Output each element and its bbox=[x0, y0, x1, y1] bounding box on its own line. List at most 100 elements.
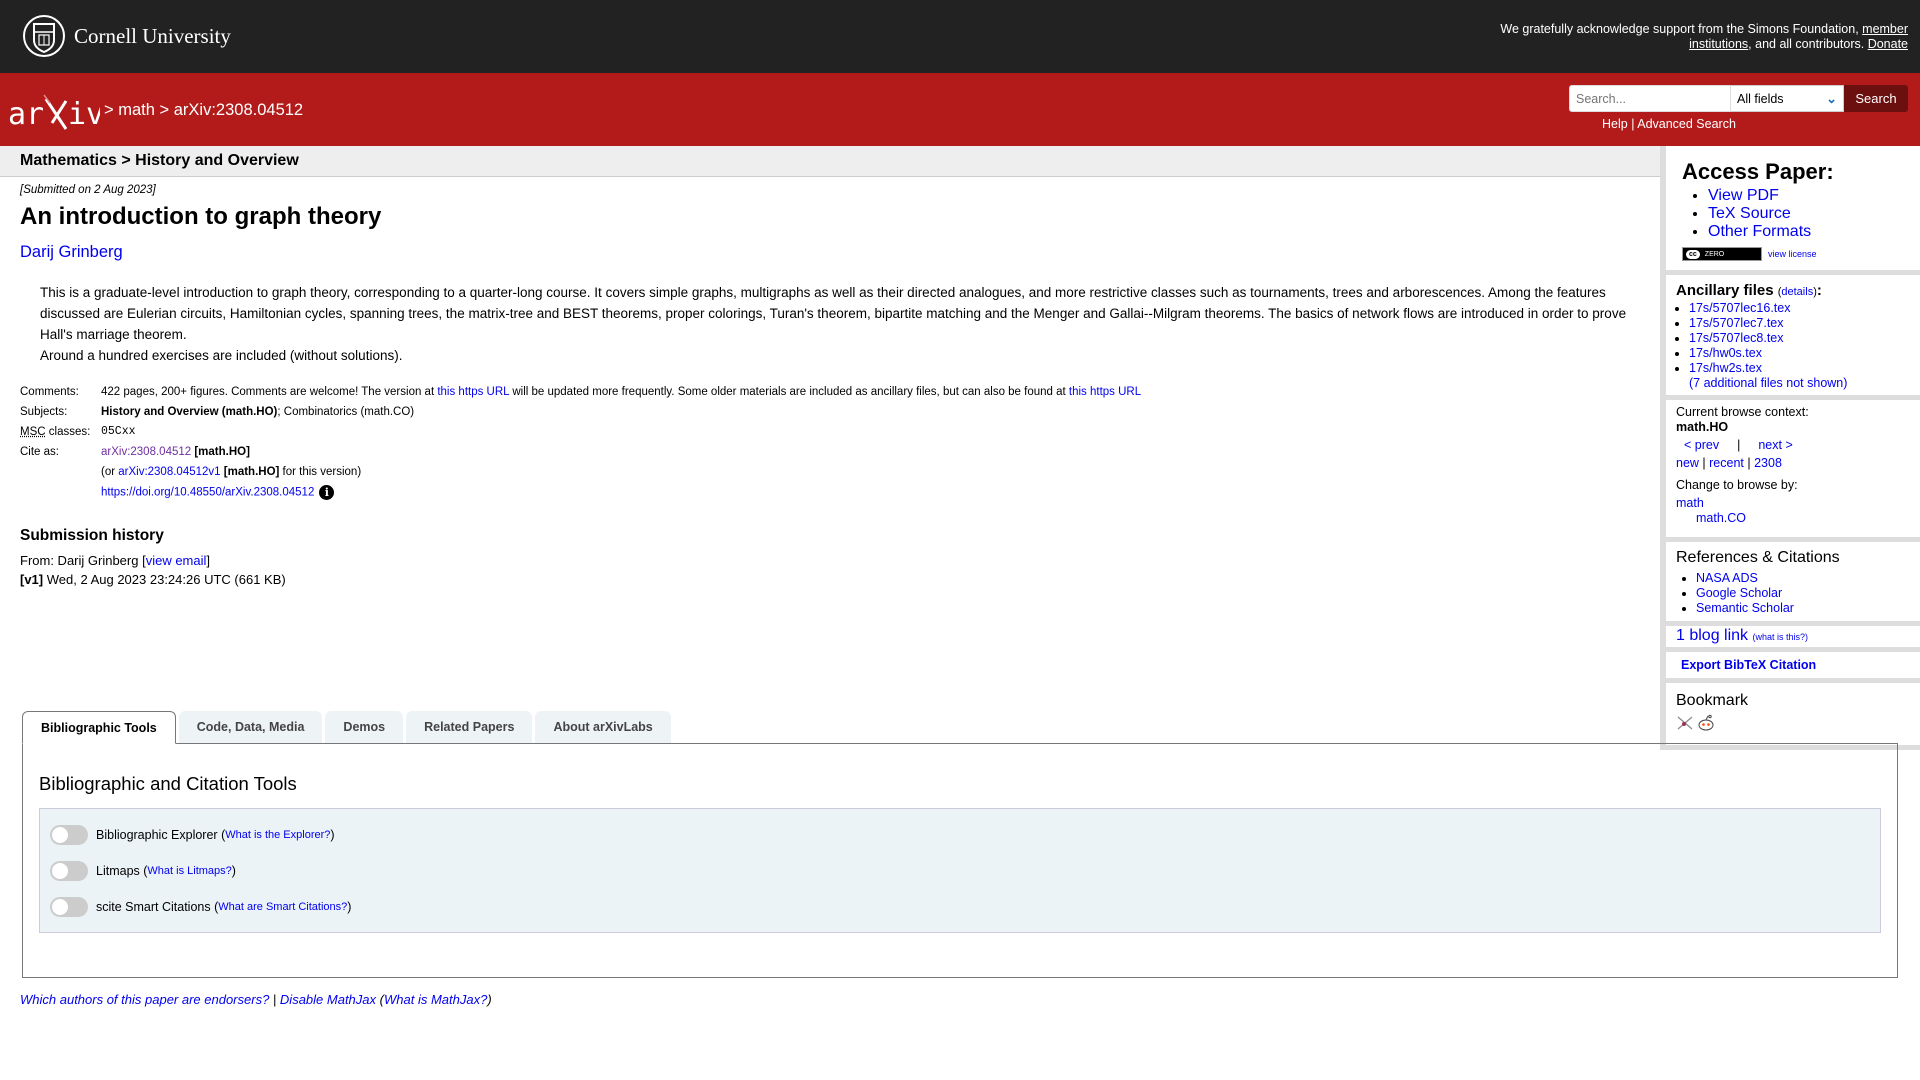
tool-row: Bibliographic Explorer (What is the Expl… bbox=[50, 817, 1870, 853]
semantic-scholar-link[interactable]: Semantic Scholar bbox=[1696, 601, 1794, 615]
support-text: We gratefully acknowledge support from t… bbox=[1500, 22, 1863, 36]
tab-code-data-media[interactable]: Code, Data, Media bbox=[178, 711, 323, 743]
prev-link[interactable]: < prev bbox=[1684, 438, 1719, 452]
paper-title: An introduction to graph theory bbox=[20, 203, 382, 230]
search-field-select[interactable]: All fields ⌄ bbox=[1731, 85, 1844, 112]
browse-context-value: math.HO bbox=[1676, 420, 1729, 434]
subjects-row: Subjects: History and Overview (math.HO)… bbox=[18, 402, 1143, 422]
comments-url-link[interactable]: this https URL bbox=[437, 386, 509, 398]
submission-history: Submission history From: Darij Grinberg … bbox=[20, 527, 1640, 589]
ancillary-file-link[interactable]: 17s/5707lec8.tex bbox=[1689, 331, 1784, 345]
recent-link[interactable]: recent bbox=[1709, 456, 1744, 470]
tab-demos[interactable]: Demos bbox=[325, 711, 404, 743]
cite-arxiv-link[interactable]: arXiv:2308.04512 bbox=[101, 446, 191, 458]
arxiv-logo-link[interactable]: ar iv bbox=[8, 91, 100, 133]
comments-text: 422 pages, 200+ figures. Comments are we… bbox=[101, 386, 438, 398]
abstract-paragraph: This is a graduate-level introduction to… bbox=[40, 285, 1627, 342]
blog-what-link[interactable]: (what is this?) bbox=[1753, 632, 1809, 642]
metadata-table: Comments: 422 pages, 200+ figures. Comme… bbox=[18, 382, 1143, 509]
labs-section: Bibliographic Tools Code, Data, Media De… bbox=[22, 711, 1898, 978]
abstract: This is a graduate-level introduction to… bbox=[0, 282, 1660, 366]
next-link[interactable]: next > bbox=[1758, 438, 1792, 452]
separator: | bbox=[1627, 117, 1638, 131]
search-form: All fields ⌄ Search Help | Advanced Sear… bbox=[1569, 85, 1908, 131]
crumb-separator: > bbox=[159, 101, 170, 119]
new-link[interactable]: new bbox=[1676, 456, 1699, 470]
browse-math-co-link[interactable]: math.CO bbox=[1696, 511, 1746, 525]
breadcrumb-math[interactable]: math bbox=[118, 101, 155, 119]
browse-context-box: Current browse context: math.HO < prev | n… bbox=[1660, 400, 1920, 542]
msc-value: 05Cxx bbox=[101, 425, 136, 438]
ancillary-details-link[interactable]: details bbox=[1781, 286, 1813, 298]
tab-bibliographic-tools[interactable]: Bibliographic Tools bbox=[22, 711, 176, 744]
view-email-link[interactable]: view email bbox=[146, 553, 207, 568]
scite-toggle[interactable] bbox=[50, 897, 88, 917]
cite-label: Cite as: bbox=[20, 446, 59, 458]
comments-row: Comments: 422 pages, 200+ figures. Comme… bbox=[18, 382, 1143, 402]
ancillary-file-link[interactable]: 17s/5707lec7.tex bbox=[1689, 316, 1784, 330]
cornell-logo-link[interactable]: Cornell University bbox=[22, 14, 231, 58]
authors: Darij Grinberg bbox=[20, 243, 1640, 262]
cc-icon: cc bbox=[1686, 249, 1700, 259]
msc-row: MSC classes: 05Cxx bbox=[18, 422, 1143, 442]
crumb-separator: > bbox=[104, 101, 114, 119]
cite-version-category: [math.HO] bbox=[220, 466, 280, 478]
litmaps-toggle[interactable] bbox=[50, 861, 88, 881]
info-icon[interactable]: i bbox=[319, 485, 335, 500]
tex-source-link[interactable]: TeX Source bbox=[1708, 205, 1791, 222]
cc-zero-license-badge[interactable]: cc ZERO bbox=[1682, 247, 1762, 261]
license-badge-text: ZERO bbox=[1704, 250, 1725, 258]
tool-label: scite Smart Citations bbox=[96, 900, 211, 914]
tool-help-link[interactable]: What is the Explorer? bbox=[225, 829, 330, 841]
breadcrumb-paper-id: arXiv:2308.04512 bbox=[173, 101, 304, 119]
version-text: Wed, 2 Aug 2023 23:24:26 UTC (661 KB) bbox=[43, 572, 286, 587]
search-input[interactable] bbox=[1569, 85, 1731, 112]
panel-title: Bibliographic and Citation Tools bbox=[39, 773, 297, 794]
disable-mathjax-link[interactable]: Disable MathJax bbox=[280, 992, 376, 1007]
svg-text:ar: ar bbox=[8, 97, 44, 132]
browse-math-link[interactable]: math bbox=[1676, 496, 1704, 510]
blog-link-box: 1 blog link (what is this?) bbox=[1660, 626, 1920, 652]
month-link[interactable]: 2308 bbox=[1754, 456, 1782, 470]
comments-url-link-2[interactable]: this https URL bbox=[1069, 386, 1141, 398]
view-license-link[interactable]: view license bbox=[1768, 249, 1817, 259]
author-link[interactable]: Darij Grinberg bbox=[20, 243, 123, 261]
what-is-mathjax-link[interactable]: What is MathJax? bbox=[384, 992, 487, 1007]
submission-history-heading: Submission history bbox=[20, 527, 164, 544]
bibliographic-explorer-toggle[interactable] bbox=[50, 825, 88, 845]
other-formats-link[interactable]: Other Formats bbox=[1708, 223, 1811, 240]
arxiv-logo-icon: ar iv bbox=[8, 94, 100, 132]
ancillary-file-link[interactable]: 17s/hw2s.tex bbox=[1689, 361, 1762, 375]
references-title: References & Citations bbox=[1676, 549, 1840, 566]
tool-label: Bibliographic Explorer bbox=[96, 828, 218, 842]
references-box: References & Citations NASA ADS Google S… bbox=[1660, 542, 1920, 626]
doi-link[interactable]: https://doi.org/10.48550/arXiv.2308.0451… bbox=[101, 487, 314, 499]
tab-related-papers[interactable]: Related Papers bbox=[406, 711, 533, 743]
donate-link[interactable]: Donate bbox=[1868, 37, 1908, 51]
search-help-links: Help | Advanced Search bbox=[1569, 117, 1908, 131]
view-pdf-link[interactable]: View PDF bbox=[1708, 187, 1779, 204]
subject-heading: Mathematics > History and Overview bbox=[20, 152, 299, 169]
ancillary-more-link[interactable]: (7 additional files not shown) bbox=[1689, 376, 1847, 390]
tab-about-arxivlabs[interactable]: About arXivLabs bbox=[535, 711, 671, 743]
ancillary-file-link[interactable]: 17s/5707lec16.tex bbox=[1689, 301, 1790, 315]
help-link[interactable]: Help bbox=[1602, 117, 1628, 131]
version-line: [v1] Wed, 2 Aug 2023 23:24:26 UTC (661 K… bbox=[20, 570, 1640, 589]
blog-link[interactable]: 1 blog link bbox=[1676, 627, 1748, 644]
cite-version-link[interactable]: arXiv:2308.04512v1 bbox=[118, 466, 220, 478]
export-bibtex-link[interactable]: Export BibTeX Citation bbox=[1681, 658, 1816, 672]
ancillary-title: Ancillary files bbox=[1676, 282, 1774, 299]
cornell-header: Cornell University We gratefully acknowl… bbox=[0, 0, 1920, 73]
nasa-ads-link[interactable]: NASA ADS bbox=[1696, 571, 1758, 585]
labs-tabs: Bibliographic Tools Code, Data, Media De… bbox=[22, 711, 1898, 744]
tool-help-link[interactable]: What is Litmaps? bbox=[147, 865, 231, 877]
tool-help-link[interactable]: What are Smart Citations? bbox=[218, 901, 347, 913]
search-button[interactable]: Search bbox=[1844, 85, 1908, 112]
abstract-main: Mathematics > History and Overview [Subm… bbox=[0, 146, 1660, 589]
google-scholar-link[interactable]: Google Scholar bbox=[1696, 586, 1782, 600]
advanced-search-link[interactable]: Advanced Search bbox=[1637, 117, 1736, 131]
endorsers-link[interactable]: Which authors of this paper are endorser… bbox=[20, 992, 269, 1007]
ancillary-file-link[interactable]: 17s/hw0s.tex bbox=[1689, 346, 1762, 360]
cornell-name: Cornell University bbox=[74, 23, 231, 48]
ancillary-files-box: Ancillary files (details): 17s/5707lec16… bbox=[1660, 275, 1920, 400]
